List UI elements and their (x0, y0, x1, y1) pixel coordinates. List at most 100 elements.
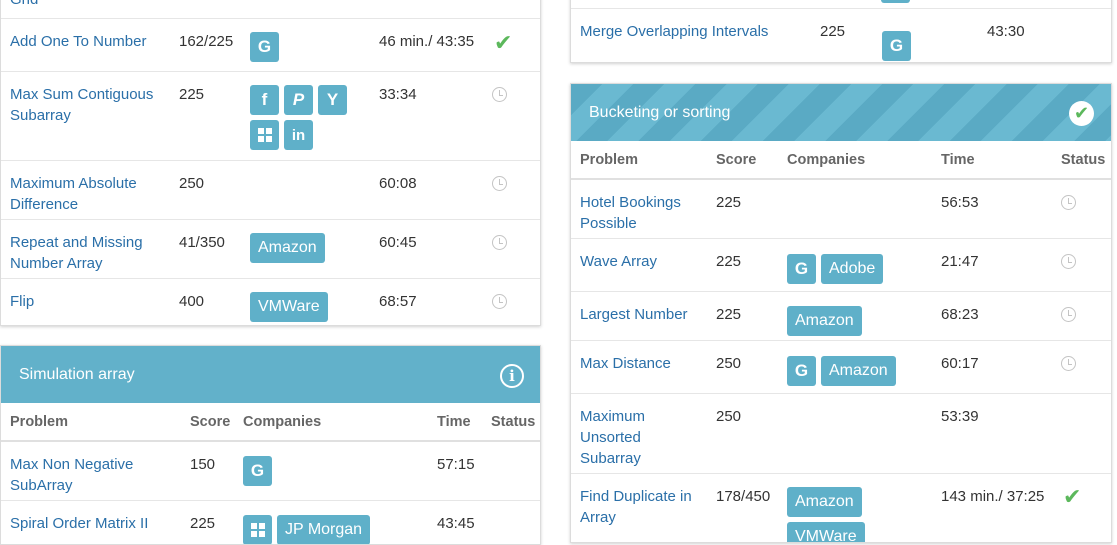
time: 46 min./ 43:35 (379, 33, 475, 50)
panel-title: Simulation array (19, 366, 135, 383)
problem-link[interactable]: Maximum Absolute Difference (10, 175, 137, 213)
time: 143 min./ 37:25 (941, 488, 1045, 505)
time: 68:23 (941, 306, 979, 323)
bucketing-panel: Bucketing or sorting ✔ Problem Score Com… (570, 83, 1112, 543)
company-badge[interactable]: VMWare (250, 292, 328, 322)
right-top-panel: Merge Overlapping Intervals 225 G 43:30 (570, 0, 1112, 63)
problem-link[interactable]: Max Distance (580, 355, 671, 372)
company-badge[interactable]: Amazon (821, 356, 896, 386)
time: 33:34 (379, 86, 417, 103)
score: 225 (716, 306, 742, 323)
table-row: Maximum Absolute Difference 250 60:08 (1, 161, 540, 220)
table-row: Find Duplicate in Array 178/450 Amazon V… (571, 474, 1111, 542)
col-time: Time (941, 152, 975, 168)
col-companies: Companies (787, 152, 866, 168)
google-icon[interactable]: G (250, 32, 279, 62)
microsoft-icon[interactable] (250, 120, 279, 150)
company-badge[interactable]: Amazon (787, 487, 862, 517)
problem-link[interactable]: Add One To Number (10, 33, 146, 50)
facebook-icon[interactable]: f (250, 85, 279, 115)
clock-icon (1061, 307, 1076, 322)
problem-link[interactable]: Max Sum Contiguous Subarray (10, 86, 153, 124)
problem-link[interactable]: Merge Overlapping Intervals (580, 23, 768, 40)
microsoft-icon[interactable] (243, 515, 272, 544)
table-header: Problem Score Companies Time Status (571, 141, 1111, 180)
problem-link[interactable]: Maximum Unsorted Subarray (580, 408, 645, 467)
google-icon[interactable]: G (882, 31, 911, 61)
solved-check-icon: ✔ (494, 30, 513, 55)
google-icon[interactable]: G (787, 356, 816, 386)
problem-link[interactable]: Repeat and Missing Number Array (10, 234, 143, 272)
score: 250 (179, 175, 205, 192)
table-row: Add One To Number 162/225 G 46 min./ 43:… (1, 19, 540, 72)
problem-link[interactable]: Flip (10, 293, 34, 310)
clock-icon (492, 235, 507, 250)
score: 225 (179, 86, 205, 103)
table-row: Max Non Negative SubArray 150 G 57:15 (1, 442, 540, 501)
table-row: Merge Overlapping Intervals 225 G 43:30 (571, 8, 1111, 62)
google-icon[interactable]: G (787, 254, 816, 284)
time: 43:45 (437, 515, 475, 532)
panel-title: Bucketing or sorting (589, 104, 731, 121)
table-row: Hotel Bookings Possible 225 56:53 (571, 180, 1111, 239)
yahoo-icon[interactable]: Y (318, 85, 347, 115)
paypal-icon[interactable]: P (284, 85, 313, 115)
col-status: Status (491, 414, 536, 430)
time: 60:08 (379, 175, 417, 192)
clock-icon (492, 87, 507, 102)
table-row: Largest Number 225 Amazon 68:23 (571, 292, 1111, 341)
company-badge[interactable]: VMWare (787, 522, 865, 542)
table-row: Max Distance 250 G Amazon 60:17 (571, 341, 1111, 394)
problem-link[interactable]: Largest Number (580, 306, 688, 323)
score: 178/450 (716, 488, 771, 505)
company-badge[interactable]: Amazon (787, 306, 862, 336)
info-icon[interactable]: i (500, 364, 524, 388)
col-time: Time (437, 414, 471, 430)
clock-icon (492, 294, 507, 309)
problem-link[interactable]: Max Non Negative SubArray (10, 456, 133, 494)
score: 225 (716, 253, 742, 270)
score: 225 (820, 23, 846, 40)
company-badge-cut[interactable] (881, 0, 910, 3)
clock-icon (1061, 356, 1076, 371)
problem-link[interactable]: Grid (10, 0, 38, 8)
time: 53:39 (941, 408, 979, 425)
clock-icon (1061, 254, 1076, 269)
company-badge[interactable]: Adobe (821, 254, 884, 284)
problem-link[interactable]: Wave Array (580, 253, 657, 270)
table-header: Problem Score Companies Time Status (1, 403, 540, 442)
score: 250 (716, 355, 742, 372)
col-score: Score (190, 414, 231, 430)
score: 250 (716, 408, 742, 425)
score: 150 (190, 456, 216, 473)
time: 56:53 (941, 194, 979, 211)
simulation-array-panel: Simulation array i Problem Score Compani… (0, 345, 541, 545)
table-row: Grid (1, 0, 540, 19)
time: 21:47 (941, 253, 979, 270)
solved-check-icon: ✔ (1063, 484, 1082, 509)
col-score: Score (716, 152, 757, 168)
score: 225 (190, 515, 216, 532)
company-badge[interactable]: Amazon (250, 233, 325, 263)
panel-header[interactable]: Bucketing or sorting ✔ (571, 84, 1111, 141)
problem-link[interactable]: Spiral Order Matrix II (10, 515, 148, 532)
score: 162/225 (179, 33, 234, 50)
linkedin-icon[interactable]: in (284, 120, 313, 150)
table-row: Wave Array 225 G Adobe 21:47 (571, 239, 1111, 292)
left-top-panel: Grid Add One To Number 162/225 G 46 min.… (0, 0, 541, 326)
col-companies: Companies (243, 414, 322, 430)
clock-icon (492, 176, 507, 191)
time: 60:45 (379, 234, 417, 251)
time: 43:30 (987, 23, 1025, 40)
problem-link[interactable]: Hotel Bookings Possible (580, 194, 681, 232)
completed-check-icon: ✔ (1069, 101, 1094, 126)
problem-link[interactable]: Find Duplicate in Array (580, 488, 692, 526)
panel-header[interactable]: Simulation array i (1, 346, 540, 403)
col-problem: Problem (580, 152, 639, 168)
table-row: Maximum Unsorted Subarray 250 53:39 (571, 394, 1111, 474)
score: 400 (179, 293, 205, 310)
company-badge[interactable]: JP Morgan (277, 515, 371, 544)
clock-icon (1061, 195, 1076, 210)
google-icon[interactable]: G (243, 456, 272, 486)
score: 41/350 (179, 234, 225, 251)
